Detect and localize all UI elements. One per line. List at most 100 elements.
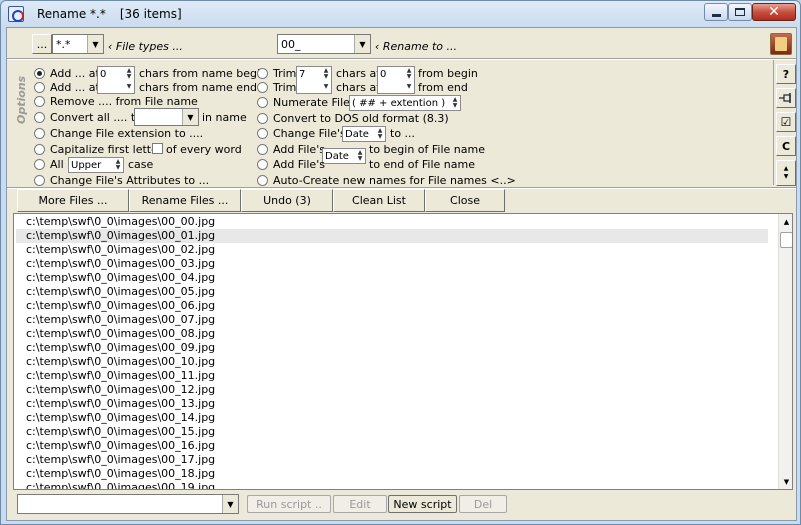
list-item[interactable]: c:\temp\swf\0_0\images\00_15.jpg: [16, 425, 768, 439]
list-item[interactable]: c:\temp\swf\0_0\images\00_03.jpg: [16, 257, 768, 271]
chevron-down-icon[interactable]: ▼: [222, 495, 238, 513]
list-item[interactable]: c:\temp\swf\0_0\images\00_12.jpg: [16, 383, 768, 397]
add-begin-radio[interactable]: [257, 144, 268, 155]
close-window-button[interactable]: ✕: [752, 3, 796, 21]
convert-to-combo[interactable]: ▼: [134, 108, 199, 126]
scroll-down-icon[interactable]: ▼: [779, 474, 792, 489]
trim-end-stepper[interactable]: ▼: [296, 80, 332, 94]
convert-all-suffix: in name: [202, 111, 247, 124]
spin-arrows-icon[interactable]: ▲ ▼: [355, 149, 365, 163]
title-bar[interactable]: Rename *.* [36 items] ✕: [1, 1, 800, 27]
chevron-down-icon[interactable]: ▼: [354, 35, 370, 53]
list-item[interactable]: c:\temp\swf\0_0\images\00_10.jpg: [16, 355, 768, 369]
convert-dos-radio[interactable]: [257, 113, 268, 124]
spin-arrows-icon[interactable]: ▼: [404, 80, 414, 94]
pin-button[interactable]: [776, 88, 796, 108]
delete-script-label: Del: [473, 497, 493, 511]
run-script-button[interactable]: Run script ..: [247, 495, 331, 513]
check-button[interactable]: ☑: [776, 112, 796, 132]
minimize-button[interactable]: [704, 3, 728, 21]
list-item[interactable]: c:\temp\swf\0_0\images\00_19.jpg: [16, 481, 768, 489]
list-item[interactable]: c:\temp\swf\0_0\images\00_13.jpg: [16, 397, 768, 411]
remove-radio[interactable]: [34, 96, 45, 107]
browse-button[interactable]: ...: [32, 34, 52, 54]
chevron-down-icon[interactable]: ▼: [182, 109, 198, 125]
numerate-stepper[interactable]: ( ## + extention ) ▲ ▼: [349, 95, 461, 111]
add-begin-label: Add File's: [273, 143, 325, 156]
scroll-up-icon[interactable]: ▲: [779, 214, 792, 229]
new-script-label: New script: [393, 497, 452, 511]
every-word-checkbox[interactable]: [152, 143, 163, 154]
list-item[interactable]: c:\temp\swf\0_0\images\00_01.jpg: [16, 229, 768, 243]
list-item[interactable]: c:\temp\swf\0_0\images\00_11.jpg: [16, 369, 768, 383]
help-button[interactable]: ?: [776, 64, 796, 84]
list-item[interactable]: c:\temp\swf\0_0\images\00_04.jpg: [16, 271, 768, 285]
numerate-radio[interactable]: [257, 97, 268, 108]
edit-script-button[interactable]: Edit: [333, 495, 387, 513]
spin-arrows-icon[interactable]: ▲ ▼: [113, 158, 123, 172]
add-end-radio[interactable]: [257, 159, 268, 170]
list-item[interactable]: c:\temp\swf\0_0\images\00_09.jpg: [16, 341, 768, 355]
add-at-begin-radio[interactable]: [34, 68, 45, 79]
undo-label: Undo (3): [263, 194, 311, 207]
add-date-stepper[interactable]: Date ▲ ▼: [322, 148, 366, 164]
app-icon[interactable]: [8, 6, 24, 22]
change-ext-radio[interactable]: [34, 128, 45, 139]
maximize-button[interactable]: [728, 3, 752, 21]
convert-all-radio[interactable]: [34, 112, 45, 123]
rename-to-combo[interactable]: 00_ ▼: [277, 34, 371, 54]
auto-create-label: Auto-Create new names for File names <..…: [273, 174, 516, 187]
list-item[interactable]: c:\temp\swf\0_0\images\00_08.jpg: [16, 327, 768, 341]
change-attr-radio[interactable]: [34, 175, 45, 186]
spin-arrows-icon[interactable]: ▲ ▼: [450, 96, 460, 110]
all-case-radio[interactable]: [34, 159, 45, 170]
item-count: [36 items]: [119, 7, 182, 21]
close-button[interactable]: Close: [425, 189, 505, 212]
spin-arrows-icon[interactable]: ▼: [321, 80, 331, 94]
help-icon: ?: [782, 67, 790, 81]
list-item[interactable]: c:\temp\swf\0_0\images\00_18.jpg: [16, 467, 768, 481]
spin-arrows-icon[interactable]: ▼: [124, 80, 134, 94]
vertical-scrollbar[interactable]: ▲ ▼: [778, 214, 792, 489]
more-files-label: More Files ...: [38, 194, 108, 207]
clean-list-button[interactable]: Clean List: [333, 189, 425, 212]
trim-end-radio[interactable]: [257, 82, 268, 93]
auto-create-radio[interactable]: [257, 175, 268, 186]
list-item[interactable]: c:\temp\swf\0_0\images\00_00.jpg: [16, 215, 768, 229]
scrollbar-thumb[interactable]: [780, 232, 792, 248]
delete-script-button[interactable]: Del: [459, 495, 507, 513]
more-files-button[interactable]: More Files ...: [17, 189, 129, 212]
list-item[interactable]: c:\temp\swf\0_0\images\00_16.jpg: [16, 439, 768, 453]
book-icon[interactable]: [770, 33, 792, 55]
rename-to-hint: ‹ Rename to ...: [375, 40, 458, 53]
case-stepper[interactable]: Upper ▲ ▼: [68, 157, 124, 173]
new-script-button[interactable]: New script: [388, 495, 457, 513]
change-files-radio[interactable]: [257, 128, 268, 139]
chevron-down-icon[interactable]: ▼: [87, 35, 103, 53]
scroll-options-button[interactable]: ▲ ▼: [776, 160, 796, 186]
script-combo[interactable]: ▼: [17, 494, 239, 514]
list-item[interactable]: c:\temp\swf\0_0\images\00_17.jpg: [16, 453, 768, 467]
rename-files-button[interactable]: Rename Files ...: [129, 189, 241, 212]
clear-button[interactable]: C: [776, 136, 796, 156]
list-item[interactable]: c:\temp\swf\0_0\images\00_14.jpg: [16, 411, 768, 425]
capitalize-radio[interactable]: [34, 144, 45, 155]
list-item[interactable]: c:\temp\swf\0_0\images\00_05.jpg: [16, 285, 768, 299]
change-ext-label: Change File extension to ....: [50, 127, 204, 140]
capitalize-label: Capitalize first letter: [50, 143, 163, 156]
file-list[interactable]: c:\temp\swf\0_0\images\00_00.jpg c:\temp\…: [13, 213, 793, 490]
list-item[interactable]: c:\temp\swf\0_0\images\00_06.jpg: [16, 299, 768, 313]
add-end-stepper[interactable]: ▼: [97, 80, 135, 94]
list-item[interactable]: c:\temp\swf\0_0\images\00_02.jpg: [16, 243, 768, 257]
file-types-combo[interactable]: *.* ▼: [52, 34, 104, 54]
list-item[interactable]: c:\temp\swf\0_0\images\00_07.jpg: [16, 313, 768, 327]
add-end-label: Add File's: [273, 158, 325, 171]
undo-button[interactable]: Undo (3): [241, 189, 333, 212]
all-case-label: All: [50, 158, 64, 171]
spin-arrows-icon[interactable]: ▲ ▼: [375, 127, 385, 141]
add-at-end-radio[interactable]: [34, 82, 45, 93]
trim-begin-radio[interactable]: [257, 68, 268, 79]
add-at-begin-label: Add ... at: [50, 67, 100, 80]
change-files-stepper[interactable]: Date ▲ ▼: [342, 126, 386, 142]
trim-end-at-stepper[interactable]: ▼: [377, 80, 415, 94]
